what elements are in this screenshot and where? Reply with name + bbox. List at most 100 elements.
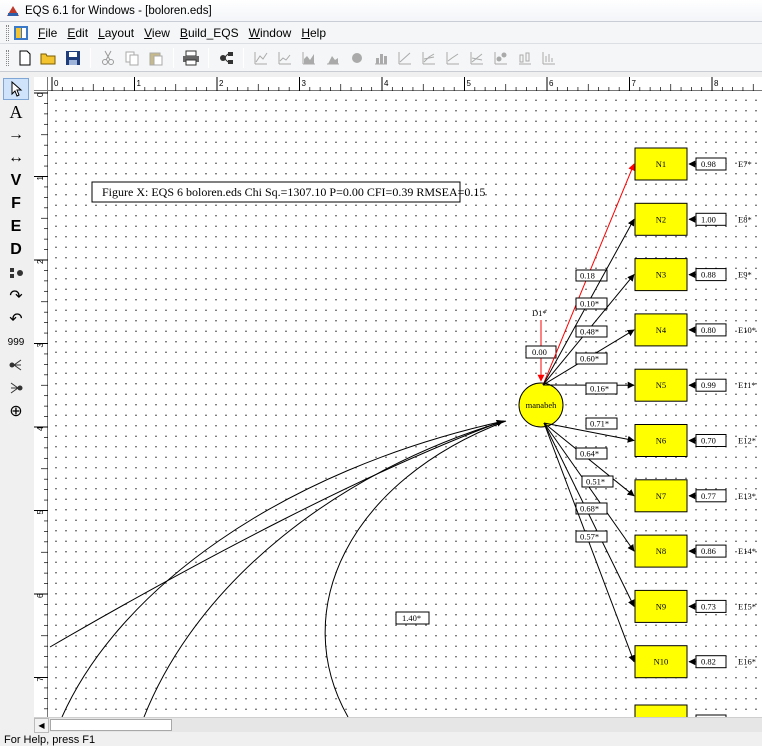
error-value: 0.98 — [701, 159, 716, 169]
bar-chart-icon[interactable] — [370, 47, 392, 69]
vertical-ruler: 0 1 2 3 4 5 6 7 — [34, 91, 48, 717]
pointer-tool[interactable] — [3, 78, 29, 100]
document-icon[interactable] — [13, 25, 29, 41]
error-term-label: E12* — [738, 436, 756, 446]
loading-label: 0.68* — [580, 504, 599, 514]
error-term-label: E13* — [738, 491, 756, 501]
ruler-corner — [34, 77, 48, 91]
crosshair-tool[interactable]: ⊕ — [3, 400, 29, 422]
paste-icon[interactable] — [145, 47, 167, 69]
chart-icon[interactable] — [250, 47, 272, 69]
new-icon[interactable] — [14, 47, 36, 69]
menu-layout[interactable]: Layout — [93, 26, 139, 40]
ruler-label: 4 — [36, 426, 45, 431]
toolbar — [0, 44, 762, 72]
curve-counter-tool[interactable]: ↶ — [3, 308, 29, 330]
loading-label: 0.10* — [580, 299, 599, 309]
loading-label: 0.64* — [580, 449, 599, 459]
curve-clockwise-tool[interactable]: ↷ — [3, 285, 29, 307]
indicator-label: N3 — [656, 270, 666, 280]
covariance-curve-1[interactable] — [49, 419, 504, 648]
covariance-curve-2[interactable] — [61, 420, 505, 717]
menu-build-eqs[interactable]: Build_EQS — [175, 26, 244, 40]
loading-label: 0.71* — [590, 419, 609, 429]
scroll-left-icon[interactable]: ◀ — [34, 718, 49, 733]
disturbance-value: 0.00 — [532, 347, 547, 357]
line-chart-4-icon[interactable] — [442, 47, 464, 69]
ruler-label: 3 — [36, 343, 45, 348]
menu-file[interactable]: File — [33, 26, 62, 40]
scrollbar-thumb[interactable] — [50, 719, 172, 731]
area-chart-icon[interactable] — [298, 47, 320, 69]
variable-v-tool[interactable]: V — [3, 170, 29, 192]
covariance-curve-4[interactable] — [324, 420, 507, 717]
error-value: 0.99 — [701, 380, 716, 390]
copy-icon[interactable] — [121, 47, 143, 69]
indicator-label: N9 — [656, 601, 666, 611]
disturbance-d-tool[interactable]: D — [3, 239, 29, 261]
error-e-tool[interactable]: E — [3, 216, 29, 238]
toolbar-separator — [243, 47, 244, 68]
scatter-chart-icon[interactable] — [490, 47, 512, 69]
line-chart-5-icon[interactable] — [466, 47, 488, 69]
toolbar-separator — [90, 47, 91, 68]
error-term-label: E11* — [738, 380, 756, 390]
error-term-label: E15* — [738, 601, 756, 611]
indicator-label: N4 — [656, 325, 667, 335]
eqs-window: EQS 6.1 for Windows - [boloren.eds] File… — [0, 0, 762, 746]
boxplot-icon[interactable] — [514, 47, 536, 69]
error-term-label: E10* — [738, 325, 756, 335]
tree-tool-1[interactable] — [3, 354, 29, 376]
double-arrow-tool[interactable]: ↔ — [3, 147, 29, 169]
indicator-label: N7 — [656, 491, 666, 501]
menu-view[interactable]: View — [139, 26, 175, 40]
ruler-label: 1 — [36, 176, 45, 181]
line-chart-3-icon[interactable] — [418, 47, 440, 69]
horizontal-scrollbar[interactable]: ◀ — [34, 717, 762, 733]
diagram-canvas[interactable]: Figure X: EQS 6 boloren.eds Chi Sq.=1307… — [48, 91, 762, 717]
ruler-label: 6 — [36, 593, 45, 598]
ruler-label: 1 — [137, 79, 142, 88]
text-tool[interactable]: A — [3, 101, 29, 123]
loading-label: 0.18 — [580, 271, 595, 281]
error-value: 0.82 — [701, 657, 716, 667]
ruler-label: 8 — [714, 79, 719, 88]
error-term-label: E9* — [738, 270, 752, 280]
menu-help[interactable]: Help — [296, 26, 331, 40]
ruler-label: 0 — [36, 92, 45, 97]
indicator-box-partial[interactable] — [634, 704, 688, 717]
status-text: For Help, press F1 — [4, 734, 96, 746]
open-icon[interactable] — [38, 47, 60, 69]
covariance-curve-3[interactable] — [143, 420, 506, 717]
factor-label: manabeh — [526, 400, 557, 410]
ruler-label: 5 — [467, 79, 472, 88]
tree-tool-2[interactable] — [3, 377, 29, 399]
link-tool[interactable] — [3, 262, 29, 284]
menu-edit[interactable]: Edit — [62, 26, 93, 40]
print-icon[interactable] — [180, 47, 202, 69]
cut-icon[interactable] — [97, 47, 119, 69]
mountain-chart-icon[interactable] — [322, 47, 344, 69]
menu-window[interactable]: Window — [244, 26, 297, 40]
ruler-label: 3 — [302, 79, 307, 88]
loading-label: 0.57* — [580, 532, 599, 542]
save-icon[interactable] — [62, 47, 84, 69]
loading-label: 0.60* — [580, 354, 599, 364]
drawing-tools-bar: A → ↔ V F E D ↷ ↶ 999 ⊕ — [0, 77, 32, 717]
status-bar: For Help, press F1 — [0, 733, 762, 746]
toolbar-grip[interactable] — [6, 49, 9, 66]
error-value: 0.70 — [701, 436, 716, 446]
indicator-label: N10 — [654, 657, 669, 667]
error-term-label: E7* — [738, 159, 752, 169]
menubar-grip[interactable] — [6, 24, 9, 41]
pie-chart-icon[interactable] — [346, 47, 368, 69]
indicator-label: N1 — [656, 159, 666, 169]
arrow-tool[interactable]: → — [3, 124, 29, 146]
line-chart-icon[interactable] — [274, 47, 296, 69]
numbers-tool[interactable]: 999 — [3, 331, 29, 353]
line-chart-2-icon[interactable] — [394, 47, 416, 69]
factor-f-tool[interactable]: F — [3, 193, 29, 215]
table-chart-icon[interactable] — [538, 47, 560, 69]
diagram-icon[interactable] — [215, 47, 237, 69]
toolbar-separator — [173, 47, 174, 68]
